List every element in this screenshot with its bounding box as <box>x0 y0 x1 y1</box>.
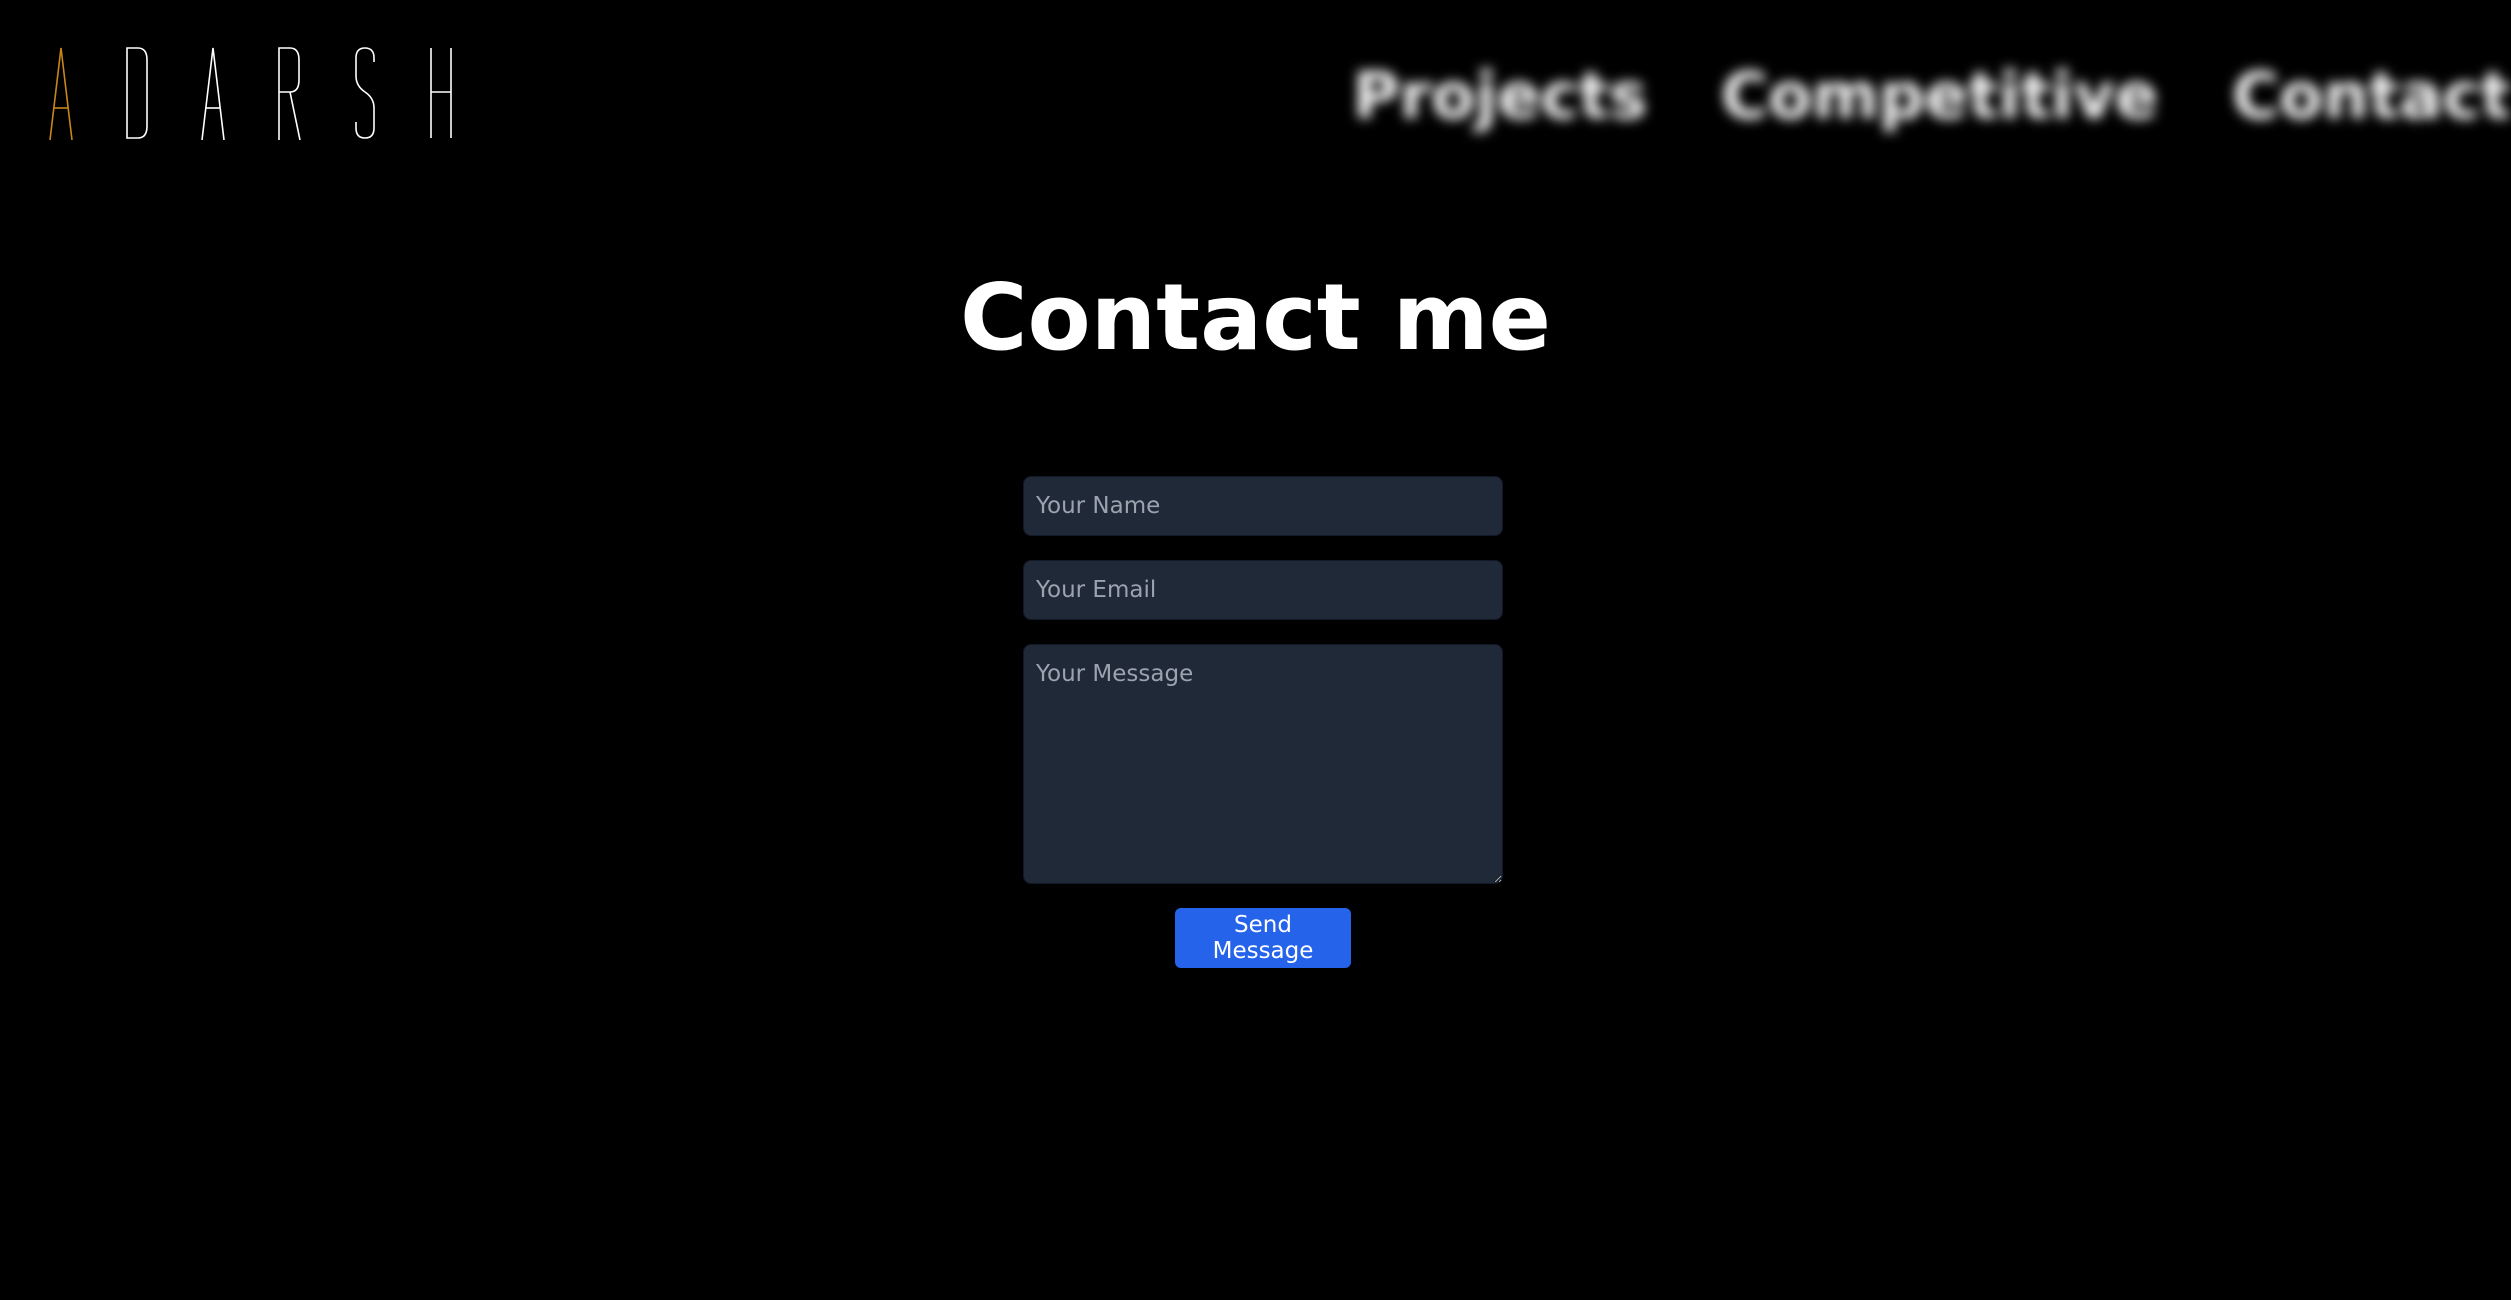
nav-item-projects[interactable]: Projects <box>1353 52 1647 142</box>
logo-letter-a <box>48 46 74 140</box>
logo-letter-a-2 <box>200 46 226 140</box>
site-header: Projects Competitive Contact <box>0 0 2511 190</box>
submit-row: Send Message <box>1023 908 1503 968</box>
name-input[interactable] <box>1023 476 1503 536</box>
page-title: Contact me <box>959 264 1552 371</box>
site-logo[interactable] <box>48 46 504 140</box>
email-input[interactable] <box>1023 560 1503 620</box>
logo-letter-d <box>124 46 150 140</box>
send-message-button[interactable]: Send Message <box>1175 908 1351 968</box>
logo-letter-h <box>428 46 454 140</box>
main-nav: Projects Competitive Contact <box>1279 52 2511 142</box>
nav-item-contact[interactable]: Contact <box>2232 52 2511 142</box>
nav-item-competitive[interactable]: Competitive <box>1721 52 2158 142</box>
logo-letter-s <box>352 46 378 140</box>
contact-form: Send Message <box>1023 476 1503 968</box>
logo-letter-r <box>276 46 302 140</box>
message-textarea[interactable] <box>1023 644 1503 884</box>
